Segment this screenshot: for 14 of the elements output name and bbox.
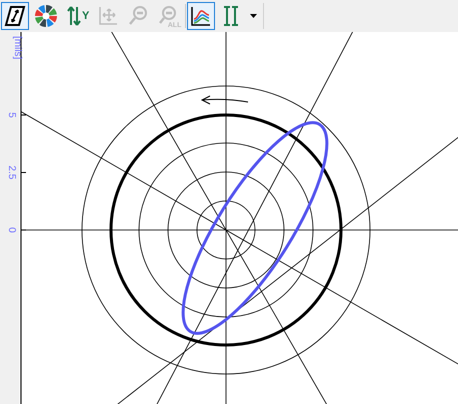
axis-tick-label: 2.5	[6, 166, 17, 180]
axis-tick-label: 5	[6, 112, 17, 118]
color-wheel-icon	[34, 4, 58, 28]
cursor-icon	[223, 5, 240, 27]
toolbar-button[interactable]	[1, 2, 29, 30]
zoom-out-icon	[127, 5, 150, 27]
toolbar-button[interactable]	[187, 2, 216, 30]
axis-tick-label: 0	[6, 227, 17, 233]
caret-icon	[250, 14, 257, 18]
diagonal-arrow-icon	[4, 5, 26, 27]
axis-unit: [mils]	[12, 36, 23, 60]
line-chart-icon	[190, 5, 212, 27]
crosshair-axes-icon	[97, 5, 120, 27]
rotation-arrow	[200, 96, 248, 104]
